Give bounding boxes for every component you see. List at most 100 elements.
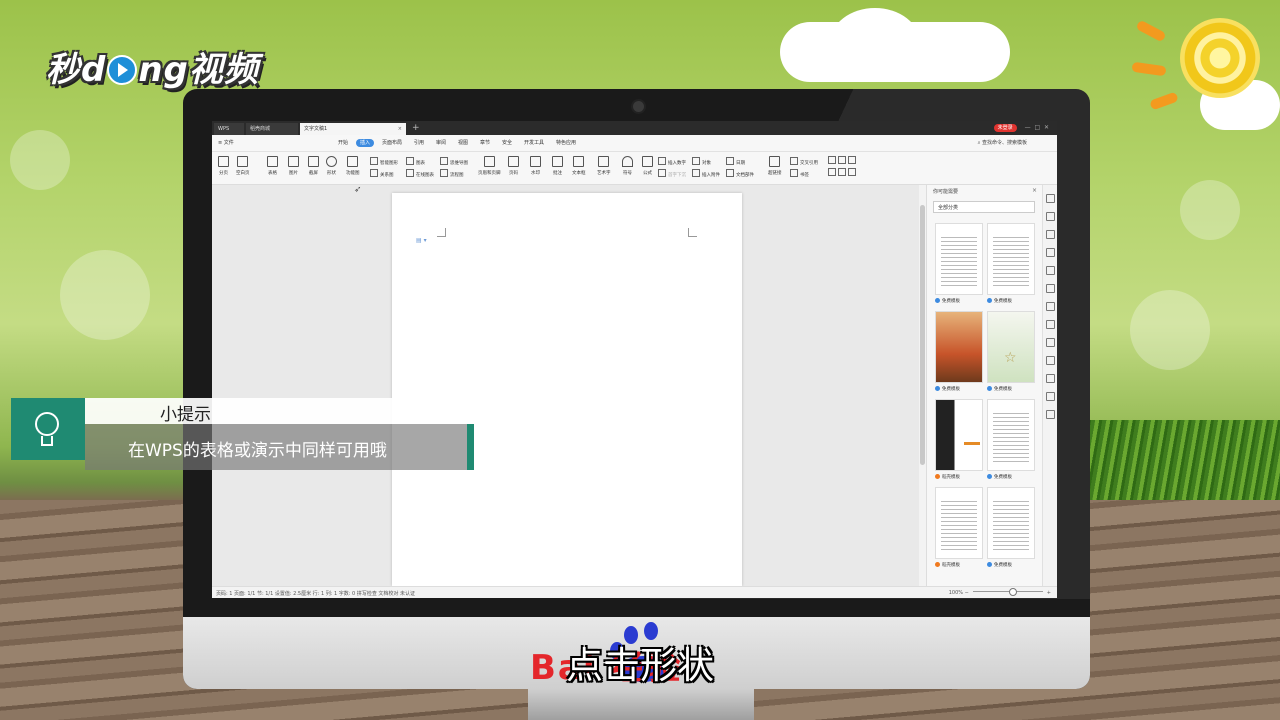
template-label[interactable]: 免费模板 (935, 386, 960, 392)
chart-button[interactable]: 图表 (406, 157, 425, 166)
tab-document[interactable]: 文字文稿1 × (300, 123, 406, 135)
document-page[interactable]: ▤ ▾ (392, 193, 742, 586)
template-label[interactable]: 免费模板 (987, 298, 1012, 304)
picture-button[interactable]: 图片 (288, 156, 299, 176)
menu-page-layout[interactable]: 页面布局 (382, 139, 402, 147)
share-icon[interactable] (1046, 302, 1055, 311)
menu-references[interactable]: 引用 (414, 139, 424, 147)
grass (1080, 420, 1280, 500)
bookmark-button[interactable]: 书签 (790, 169, 809, 178)
image-tool-icon[interactable] (1046, 356, 1055, 365)
template-card[interactable] (935, 399, 983, 471)
margin-mark (688, 228, 697, 237)
scrollbar-thumb[interactable] (920, 205, 925, 465)
function-chart-button[interactable]: 功能图 (346, 156, 360, 176)
menu-view[interactable]: 视图 (458, 139, 468, 147)
smart-art-button[interactable]: 智能图形 (370, 157, 398, 166)
layout-toggle-group[interactable] (828, 156, 858, 165)
star-icon: ☆ (1004, 350, 1017, 366)
table-button[interactable]: 表格 (267, 156, 278, 176)
date-button[interactable]: 日期 (726, 157, 745, 166)
template-card[interactable] (987, 223, 1035, 295)
watermark-button[interactable]: 水印 (530, 156, 541, 176)
maximize-icon[interactable]: □ (1034, 124, 1040, 131)
wps-window: WPS 稻壳商城 文字文稿1 × + 未登录 — □ ✕ ≡ 文件 开始 插入 页面… (212, 121, 1057, 598)
template-card[interactable] (935, 311, 983, 383)
shape-button[interactable]: 形状 (326, 156, 337, 176)
template-label[interactable]: 免费模板 (987, 386, 1012, 392)
menu-developer[interactable]: 开发工具 (524, 139, 544, 147)
menu-file[interactable]: ≡ 文件 (218, 139, 234, 147)
flowchart-button[interactable]: 流程图 (440, 169, 464, 178)
object-button[interactable]: 对象 (692, 157, 711, 166)
menu-security[interactable]: 安全 (502, 139, 512, 147)
template-card[interactable] (935, 487, 983, 559)
header-footer-button[interactable]: 页眉和页脚 (478, 156, 501, 176)
menu-insert[interactable]: 插入 (356, 139, 375, 147)
template-card[interactable]: ☆ (987, 311, 1035, 383)
close-tab-icon[interactable]: × (398, 123, 402, 135)
site-logo: 秒d ng视频 (46, 50, 259, 90)
document-parts-button[interactable]: 文档部件 (726, 169, 754, 178)
close-icon[interactable]: × (1032, 187, 1037, 194)
minimize-icon[interactable]: — (1025, 124, 1031, 131)
pen-icon[interactable] (1046, 194, 1055, 203)
star-tool-icon[interactable] (1046, 284, 1055, 293)
tip-accent (467, 424, 474, 470)
menu-special[interactable]: 特色应用 (556, 139, 576, 147)
page-number-button[interactable]: 页码 (508, 156, 519, 176)
relation-chart-button[interactable]: 关系图 (370, 169, 394, 178)
template-tool-icon[interactable] (1046, 374, 1055, 383)
template-card[interactable] (935, 223, 983, 295)
settings-icon[interactable] (1046, 320, 1055, 329)
comment-button[interactable]: 批注 (552, 156, 563, 176)
symbol-button[interactable]: 符号 (622, 156, 633, 176)
template-label[interactable]: 免费模板 (987, 562, 1012, 568)
close-window-icon[interactable]: ✕ (1044, 124, 1049, 131)
template-label[interactable]: 免费模板 (987, 474, 1012, 480)
page-break-button[interactable]: 分页 (218, 156, 229, 176)
status-info: 页码: 1 页面: 1/1 节: 1/1 设置值: 2.5厘米 行: 1 列: … (216, 591, 415, 597)
table-tool-icon[interactable] (1046, 338, 1055, 347)
sun-ray (1131, 61, 1167, 77)
history-icon[interactable] (1046, 392, 1055, 401)
add-tab-button[interactable]: + (412, 121, 420, 135)
template-card[interactable] (987, 399, 1035, 471)
menu-chapter[interactable]: 章节 (480, 139, 490, 147)
wordart-button[interactable]: 艺术字 (597, 156, 611, 176)
menu-home[interactable]: 开始 (338, 139, 348, 147)
command-search[interactable]: ⌕ 查找命令、搜索模板 (978, 139, 1027, 146)
help-icon[interactable] (1046, 410, 1055, 419)
formula-button[interactable]: 公式 (642, 156, 653, 176)
window-controls: 未登录 — □ ✕ (993, 121, 1049, 135)
login-badge[interactable]: 未登录 (993, 124, 1017, 132)
insert-number-button[interactable]: 插入数字 (658, 157, 686, 166)
adjust-icon[interactable] (1046, 248, 1055, 257)
layout-toggle-group-2[interactable] (828, 168, 858, 177)
paragraph-icon[interactable]: ▤ ▾ (416, 237, 427, 244)
tab-docer-store[interactable]: 稻壳商城 (246, 123, 298, 135)
menu-review[interactable]: 审阅 (436, 139, 446, 147)
vertical-scrollbar[interactable] (919, 185, 926, 586)
insert-attachment-button[interactable]: 插入附件 (692, 169, 720, 178)
blank-page-button[interactable]: 空白页 (236, 156, 250, 176)
shape-tool-icon[interactable] (1046, 230, 1055, 239)
template-label[interactable]: 稻壳模板 (935, 562, 960, 568)
mind-map-button[interactable]: 思维导图 (440, 157, 468, 166)
tab-wps[interactable]: WPS (214, 123, 244, 135)
template-label[interactable]: 免费模板 (935, 298, 960, 304)
category-select[interactable]: 全部分类 (933, 201, 1035, 213)
search-icon: ⌕ (977, 140, 981, 146)
template-label[interactable]: 稻壳模板 (935, 474, 960, 480)
drop-cap-button[interactable]: 首字下沉 (658, 169, 686, 178)
hyperlink-button[interactable]: 超链接 (768, 156, 782, 176)
cross-reference-button[interactable]: 交叉引用 (790, 157, 818, 166)
online-chart-button[interactable]: 在线图表 (406, 169, 434, 178)
library-icon[interactable] (1046, 266, 1055, 275)
template-card[interactable] (987, 487, 1035, 559)
textbox-button[interactable]: 文本框 (572, 156, 586, 176)
cursor-icon[interactable] (1046, 212, 1055, 221)
screenshot-button[interactable]: 截屏 (308, 156, 319, 176)
panel-title: 你可能需要 (933, 189, 959, 195)
zoom-control[interactable]: 100% − + (949, 588, 1051, 596)
